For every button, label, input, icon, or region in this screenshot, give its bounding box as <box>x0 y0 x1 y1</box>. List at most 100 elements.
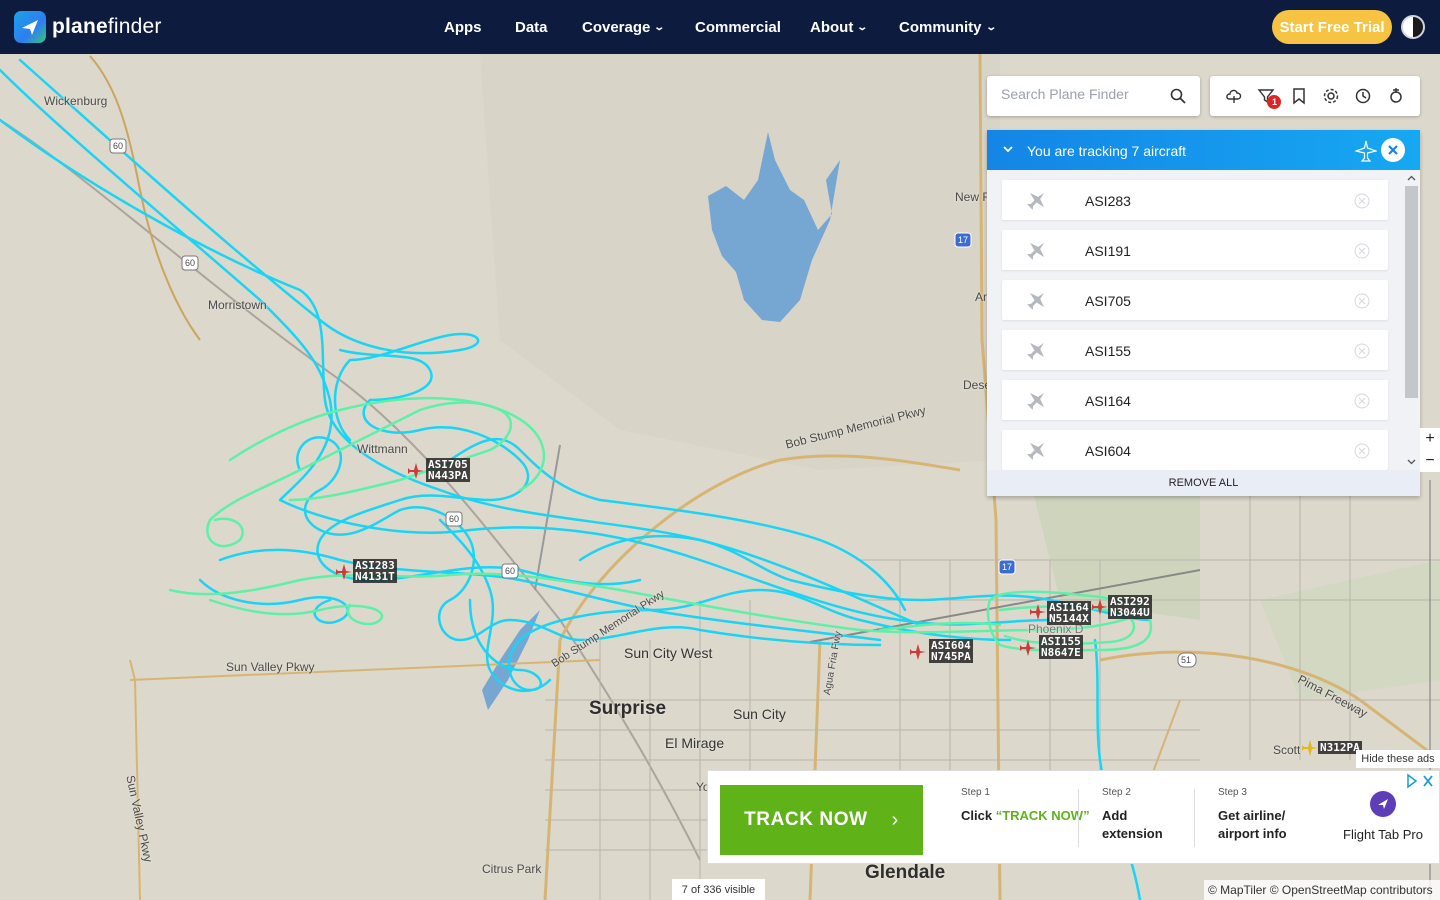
plane-icon <box>1027 242 1045 260</box>
tracked-aircraft-row[interactable]: ASI164 <box>1002 380 1388 420</box>
aircraft-callsign: ASI164 <box>1085 393 1131 409</box>
nav-about[interactable]: About ⌄ <box>810 19 869 36</box>
close-icon <box>1388 145 1398 155</box>
filter-count-badge: 1 <box>1267 95 1282 109</box>
route-51-shield: 51 <box>1181 655 1192 665</box>
nav-apps[interactable]: Apps <box>444 19 482 36</box>
chevron-down-icon: ⌄ <box>856 21 869 33</box>
road-sun-valley-pkwy: Sun Valley Pkwy <box>226 660 315 674</box>
nav-commercial[interactable]: Commercial <box>695 19 781 36</box>
track-now-button[interactable]: TRACK NOW › <box>720 785 923 855</box>
ad-step-1: Step 1 Click “TRACK NOW” <box>961 787 1090 823</box>
tracked-aircraft-row[interactable]: ASI705 <box>1002 280 1388 320</box>
hide-ads-link[interactable]: Hide these ads <box>1356 750 1440 768</box>
ad-divider <box>1078 789 1079 847</box>
tracked-aircraft-row[interactable]: ASI191 <box>1002 230 1388 270</box>
i17-shield: 17 <box>958 235 969 245</box>
filter-button[interactable]: 1 <box>1257 87 1282 109</box>
tracked-aircraft-row[interactable]: ASI604 <box>1002 430 1388 470</box>
chevron-down-icon[interactable] <box>1001 142 1015 156</box>
route-60-shield: 60 <box>113 141 124 151</box>
settings-icon[interactable] <box>1322 87 1340 105</box>
i17-shield: 17 <box>1002 562 1013 572</box>
ad-step-3: Step 3 Get airline/ airport info <box>1218 787 1287 841</box>
map-attribution[interactable]: © MapTiler © OpenStreetMap contributors <box>1204 880 1440 900</box>
remove-circle-icon[interactable] <box>1354 343 1370 359</box>
nav-data[interactable]: Data <box>515 19 548 36</box>
tracking-panel-header: You are tracking 7 aircraft <box>987 130 1420 170</box>
aircraft-label-asi604[interactable]: ASI604 N745PA <box>929 639 973 663</box>
aircraft-n312pa-icon[interactable] <box>1302 740 1318 756</box>
top-navbar: planefinder Apps Data Coverage ⌄ Commerci… <box>0 0 1440 54</box>
place-sun-city-west: Sun City West <box>624 645 713 661</box>
aircraft-asi155-icon[interactable] <box>1020 640 1036 656</box>
zoom-in-button[interactable]: + <box>1420 428 1440 450</box>
tracking-title: You are tracking 7 aircraft <box>1027 143 1187 159</box>
plane-icon <box>1027 292 1045 310</box>
zoom-controls: + − <box>1420 428 1440 472</box>
ad-brand[interactable]: Flight Tab Pro <box>1335 791 1431 842</box>
start-free-trial-button[interactable]: Start Free Trial <box>1272 10 1392 44</box>
tracking-scrollbar[interactable] <box>1403 170 1420 470</box>
remove-circle-icon[interactable] <box>1354 243 1370 259</box>
ad-divider <box>1194 789 1195 847</box>
scrollbar-thumb[interactable] <box>1405 186 1418 398</box>
remove-circle-icon[interactable] <box>1354 293 1370 309</box>
aircraft-label-asi292[interactable]: ASI292 N3044U <box>1108 595 1152 619</box>
remove-circle-icon[interactable] <box>1354 443 1370 459</box>
tracked-aircraft-row[interactable]: ASI155 <box>1002 330 1388 370</box>
aircraft-label-asi155[interactable]: ASI155 N8647E <box>1039 635 1083 659</box>
ar-icon[interactable] <box>1387 87 1405 105</box>
place-wickenburg: Wickenburg <box>44 94 108 108</box>
place-surprise: Surprise <box>589 698 667 719</box>
search-icon[interactable] <box>1170 88 1186 104</box>
aircraft-asi292-icon[interactable] <box>1092 599 1108 615</box>
remove-circle-icon[interactable] <box>1354 193 1370 209</box>
nav-community[interactable]: Community ⌄ <box>899 19 997 36</box>
zoom-out-button[interactable]: − <box>1420 450 1440 472</box>
aircraft-label-asi164[interactable]: ASI164 N5144X <box>1047 601 1091 625</box>
flight-tab-pro-icon <box>1370 791 1396 817</box>
search-input[interactable] <box>1001 86 1161 102</box>
scroll-down-icon[interactable] <box>1407 457 1416 466</box>
aircraft-callsign: ASI155 <box>1085 343 1131 359</box>
chevron-down-icon: ⌄ <box>653 21 666 33</box>
place-sun-city: Sun City <box>733 706 786 722</box>
remove-circle-icon[interactable] <box>1354 393 1370 409</box>
cloud-icon[interactable] <box>1225 87 1243 105</box>
aircraft-asi164-icon[interactable] <box>1030 604 1046 620</box>
place-new-river: New R <box>955 190 992 204</box>
map-toolbar: 1 <box>1210 76 1420 116</box>
aircraft-callsign: ASI283 <box>1085 193 1131 209</box>
place-glendale: Glendale <box>865 862 946 883</box>
tracked-aircraft-list: ASI283 ASI191 ASI705 ASI155 ASI164 ASI60… <box>987 170 1420 470</box>
chevron-down-icon: ⌄ <box>984 21 997 33</box>
aircraft-asi283-icon[interactable] <box>336 564 352 580</box>
search-box <box>987 76 1200 116</box>
adchoices-icon[interactable] <box>1406 773 1436 789</box>
plane-icon <box>1027 342 1045 360</box>
scroll-up-icon[interactable] <box>1407 174 1416 183</box>
place-wittmann: Wittmann <box>357 442 408 456</box>
route-60-shield: 60 <box>449 514 460 524</box>
chevron-right-icon: › <box>891 808 899 831</box>
tracked-aircraft-row[interactable]: ASI283 <box>1002 180 1388 220</box>
user-avatar[interactable] <box>1401 15 1425 39</box>
plane-icon <box>1027 392 1045 410</box>
aircraft-callsign: ASI705 <box>1085 293 1131 309</box>
plane-outline-icon[interactable] <box>1355 140 1377 162</box>
aircraft-asi604-icon[interactable] <box>910 644 926 660</box>
plane-logo-icon <box>14 11 46 43</box>
aircraft-label-asi283[interactable]: ASI283 N4131T <box>353 559 397 583</box>
aircraft-asi705-icon[interactable] <box>408 463 424 479</box>
place-scottsdale: Scott <box>1273 743 1301 757</box>
aircraft-label-asi705[interactable]: ASI705 N443PA <box>426 458 470 482</box>
bookmark-icon[interactable] <box>1290 87 1308 105</box>
tracking-panel: You are tracking 7 aircraft ASI283 ASI19… <box>987 130 1420 496</box>
nav-coverage[interactable]: Coverage ⌄ <box>582 19 666 36</box>
place-morristown: Morristown <box>208 298 267 312</box>
planefinder-logo[interactable]: planefinder <box>14 11 162 43</box>
remove-all-button[interactable]: REMOVE ALL <box>987 470 1420 496</box>
history-icon[interactable] <box>1354 87 1372 105</box>
close-tracking-button[interactable] <box>1381 138 1405 162</box>
